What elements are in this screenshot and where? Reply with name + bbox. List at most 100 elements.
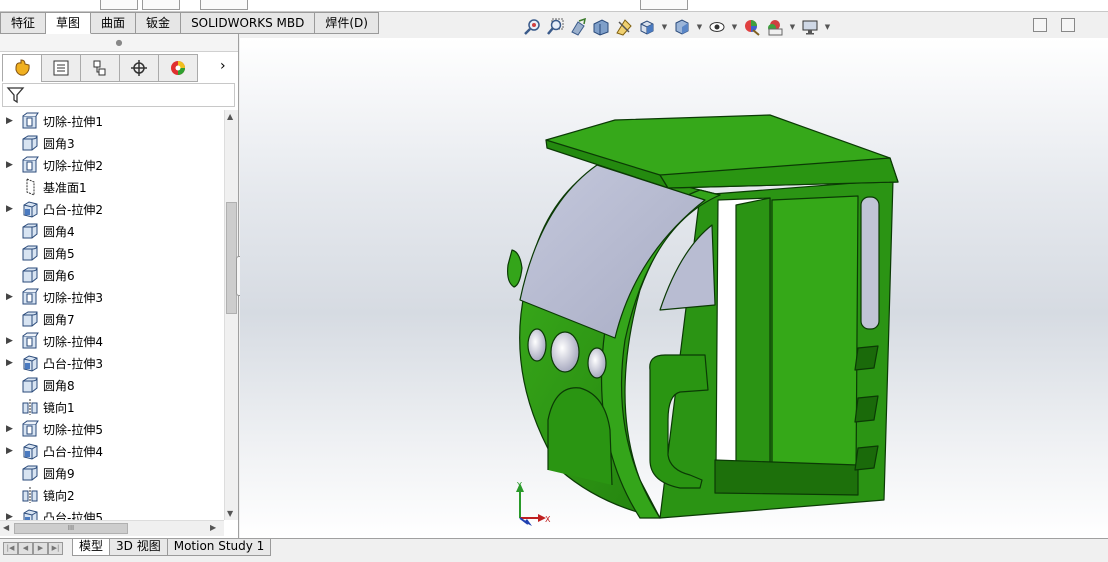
display-style-icon[interactable] bbox=[672, 17, 692, 37]
toolbar-stub bbox=[142, 0, 180, 10]
tree-item[interactable]: ▶ 凸台-拉伸3 bbox=[0, 352, 224, 374]
expand-arrow-icon[interactable]: ▶ bbox=[6, 512, 20, 520]
tree-item[interactable]: 基准面1 bbox=[0, 176, 224, 198]
toolbar-stub bbox=[100, 0, 138, 10]
chevron-right-icon[interactable]: › bbox=[220, 58, 226, 74]
maximize-icon[interactable] bbox=[1061, 18, 1075, 32]
tree-item-label: 圆角8 bbox=[43, 378, 75, 393]
scrollbar-thumb[interactable]: III bbox=[14, 523, 128, 534]
fillet-icon bbox=[20, 244, 40, 262]
first-tab-icon[interactable]: |◀ bbox=[3, 542, 18, 555]
fillet-icon bbox=[20, 266, 40, 284]
expand-arrow-icon[interactable]: ▶ bbox=[6, 116, 20, 126]
last-tab-icon[interactable]: ▶| bbox=[48, 542, 63, 555]
tree-item[interactable]: ▶ 凸台-拉伸4 bbox=[0, 440, 224, 462]
scroll-down-icon[interactable]: ▼ bbox=[227, 509, 233, 518]
feature-manager-panel: ● › ▶ 切除-拉伸1 圆角3 ▶ 切除-拉伸2 基准面1 ▶ 凸台-拉伸2 圆角4 圆角5 圆角… bbox=[0, 34, 239, 538]
tree-item[interactable]: ▶ 切除-拉伸1 bbox=[0, 110, 224, 132]
scroll-right-icon[interactable]: ▶ bbox=[210, 523, 216, 532]
cab-3d-model[interactable] bbox=[240, 38, 1108, 538]
zoom-to-area-icon[interactable] bbox=[545, 17, 565, 37]
tree-horizontal-scrollbar[interactable]: ◀ III ▶ bbox=[0, 520, 224, 536]
cut-extrude-icon bbox=[20, 156, 40, 174]
tree-filter-field[interactable] bbox=[2, 83, 235, 107]
apply-scene-icon[interactable] bbox=[765, 17, 785, 37]
expand-arrow-icon[interactable]: ▶ bbox=[6, 424, 20, 434]
cut-extrude-icon bbox=[20, 112, 40, 130]
tab-model[interactable]: 模型 bbox=[72, 539, 111, 556]
tree-item[interactable]: ▶ 凸台-拉伸5 bbox=[0, 506, 224, 520]
mirror-icon bbox=[20, 486, 40, 504]
expand-arrow-icon[interactable]: ▶ bbox=[6, 336, 20, 346]
heads-up-view-toolbar: ▼ ▼ ▼ ▼ ▼ bbox=[522, 16, 832, 38]
scroll-up-icon[interactable]: ▲ bbox=[227, 112, 233, 121]
dimxpertmanager-icon[interactable] bbox=[119, 54, 159, 82]
tab-surfaces[interactable]: 曲面 bbox=[91, 12, 137, 34]
view-settings-icon[interactable] bbox=[800, 17, 820, 37]
hide-show-items-icon[interactable] bbox=[707, 17, 727, 37]
chevron-down-icon[interactable]: ▼ bbox=[788, 17, 797, 37]
tree-item-label: 镜向1 bbox=[43, 400, 75, 415]
tree-item[interactable]: 镜向1 bbox=[0, 396, 224, 418]
tree-item[interactable]: ▶ 切除-拉伸2 bbox=[0, 154, 224, 176]
tab-3d-view[interactable]: 3D 视图 bbox=[109, 539, 168, 556]
previous-view-icon[interactable] bbox=[568, 17, 588, 37]
tab-mbd[interactable]: SOLIDWORKS MBD bbox=[181, 12, 316, 34]
axis-triad-icon: Y X bbox=[516, 481, 551, 526]
section-view-icon[interactable] bbox=[591, 17, 611, 37]
tree-item[interactable]: ▶ 切除-拉伸4 bbox=[0, 330, 224, 352]
expand-arrow-icon[interactable]: ▶ bbox=[6, 446, 20, 456]
edit-appearance-icon[interactable] bbox=[742, 17, 762, 37]
configurationmanager-icon[interactable] bbox=[80, 54, 120, 82]
solidworks-window: 特征 草图 曲面 钣金 SOLIDWORKS MBD 焊件(D) ▼ ▼ ▼ ▼… bbox=[0, 0, 1108, 562]
tree-item[interactable]: 圆角5 bbox=[0, 242, 224, 264]
toolbar-stub bbox=[200, 0, 248, 10]
tree-vertical-scrollbar[interactable]: ▲ ▼ bbox=[224, 110, 238, 520]
tree-item[interactable]: 圆角6 bbox=[0, 264, 224, 286]
manager-tabs bbox=[2, 54, 198, 82]
tree-item[interactable]: ▶ 切除-拉伸5 bbox=[0, 418, 224, 440]
dynamic-annotation-view-icon[interactable] bbox=[614, 17, 634, 37]
triad-x-label: X bbox=[545, 515, 551, 524]
tree-item-label: 圆角6 bbox=[43, 268, 75, 283]
next-tab-icon[interactable]: ▶ bbox=[33, 542, 48, 555]
tree-item[interactable]: 圆角9 bbox=[0, 462, 224, 484]
tab-sheet-metal[interactable]: 钣金 bbox=[136, 12, 182, 34]
tree-item-label: 凸台-拉伸5 bbox=[43, 510, 103, 521]
tree-item-label: 凸台-拉伸3 bbox=[43, 356, 103, 371]
bottom-tab-bar: |◀ ◀ ▶ ▶| 模型 3D 视图 Motion Study 1 bbox=[0, 538, 1108, 562]
chevron-down-icon[interactable]: ▼ bbox=[823, 17, 832, 37]
prev-tab-icon[interactable]: ◀ bbox=[18, 542, 33, 555]
tree-item[interactable]: 圆角8 bbox=[0, 374, 224, 396]
zoom-to-fit-icon[interactable] bbox=[522, 17, 542, 37]
tree-item[interactable]: ▶ 凸台-拉伸2 bbox=[0, 198, 224, 220]
restore-icon[interactable] bbox=[1033, 18, 1047, 32]
tree-item[interactable]: 圆角7 bbox=[0, 308, 224, 330]
tab-motion-study[interactable]: Motion Study 1 bbox=[166, 539, 272, 556]
mirror-icon bbox=[20, 398, 40, 416]
expand-arrow-icon[interactable]: ▶ bbox=[6, 358, 20, 368]
displaymanager-icon[interactable] bbox=[158, 54, 198, 82]
chevron-down-icon[interactable]: ▼ bbox=[730, 17, 739, 37]
tree-item[interactable]: ▶ 切除-拉伸3 bbox=[0, 286, 224, 308]
tree-item[interactable]: 圆角4 bbox=[0, 220, 224, 242]
cut-extrude-icon bbox=[20, 288, 40, 306]
expand-arrow-icon[interactable]: ▶ bbox=[6, 160, 20, 170]
tab-sketch[interactable]: 草图 bbox=[46, 12, 92, 34]
scroll-left-icon[interactable]: ◀ bbox=[3, 523, 9, 532]
view-orientation-icon[interactable] bbox=[637, 17, 657, 37]
tree-item[interactable]: 圆角3 bbox=[0, 132, 224, 154]
tab-features[interactable]: 特征 bbox=[0, 12, 47, 34]
tab-weldments[interactable]: 焊件(D) bbox=[315, 12, 379, 34]
chevron-down-icon[interactable]: ▼ bbox=[660, 17, 669, 37]
tree-item-label: 切除-拉伸1 bbox=[43, 114, 103, 129]
tree-item[interactable]: 镜向2 bbox=[0, 484, 224, 506]
panel-grip-icon[interactable]: ● bbox=[0, 34, 238, 52]
featuremanager-tree-icon[interactable] bbox=[2, 54, 42, 82]
propertymanager-icon[interactable] bbox=[41, 54, 81, 82]
tree-item-label: 圆角9 bbox=[43, 466, 75, 481]
graphics-area[interactable]: Y X bbox=[240, 38, 1108, 538]
expand-arrow-icon[interactable]: ▶ bbox=[6, 292, 20, 302]
expand-arrow-icon[interactable]: ▶ bbox=[6, 204, 20, 214]
chevron-down-icon[interactable]: ▼ bbox=[695, 17, 704, 37]
